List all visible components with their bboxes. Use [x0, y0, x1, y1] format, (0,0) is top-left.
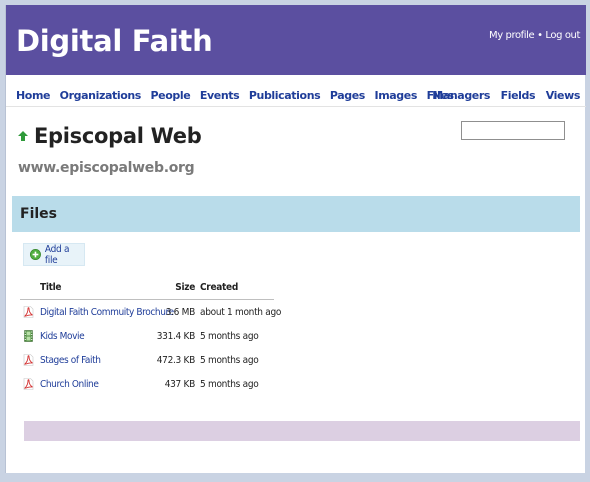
table-row: Stages of Faith 472.3 KB 5 months ago: [20, 348, 274, 372]
nav-left: Home Organizations People Events Publica…: [16, 84, 459, 103]
search-input[interactable]: [461, 121, 565, 140]
add-file-label: Add a file: [44, 243, 70, 266]
nav-right: Managers Fields Views: [426, 84, 580, 103]
nav-events[interactable]: Events: [200, 89, 240, 102]
user-links-separator: •: [534, 30, 546, 41]
arrow-up-icon[interactable]: [18, 131, 28, 141]
org-url: www.episcopalweb.org: [18, 160, 195, 176]
file-size: 437 KB: [164, 379, 196, 390]
log-out-link[interactable]: Log out: [545, 30, 580, 41]
file-title-link[interactable]: Digital Faith Commuity Brochure: [40, 307, 174, 318]
main-nav: Home Organizations People Events Publica…: [6, 75, 586, 107]
my-profile-link[interactable]: My profile: [489, 30, 535, 41]
table-header: Title Size Created: [20, 276, 274, 300]
table-row: Digital Faith Commuity Brochure 3.6 MB a…: [20, 300, 281, 324]
file-size: 472.3 KB: [156, 355, 196, 366]
movie-icon: [24, 330, 33, 342]
add-icon: [30, 249, 41, 260]
nav-images[interactable]: Images: [375, 89, 418, 102]
file-size: 331.4 KB: [156, 331, 196, 342]
nav-publications[interactable]: Publications: [249, 89, 321, 102]
column-created[interactable]: Created: [200, 282, 238, 293]
file-title-link[interactable]: Kids Movie: [40, 331, 85, 342]
nav-pages[interactable]: Pages: [330, 89, 365, 102]
nav-organizations[interactable]: Organizations: [60, 89, 142, 102]
file-title-link[interactable]: Church Online: [40, 379, 99, 390]
table-row: Church Online 437 KB 5 months ago: [20, 372, 274, 396]
file-created: 5 months ago: [200, 379, 259, 390]
file-title-link[interactable]: Stages of Faith: [40, 355, 101, 366]
pdf-icon: [23, 354, 34, 366]
file-created: 5 months ago: [200, 331, 259, 342]
org-title: Episcopal Web: [18, 124, 202, 148]
pdf-icon: [23, 306, 34, 318]
files-table: Title Size Created Digital Faith Commuit…: [20, 276, 281, 396]
column-title[interactable]: Title: [40, 282, 62, 293]
add-file-button[interactable]: Add a file: [23, 243, 85, 266]
column-size[interactable]: Size: [175, 282, 195, 293]
nav-people[interactable]: People: [151, 89, 191, 102]
user-links: My profile • Log out: [489, 30, 580, 41]
nav-fields[interactable]: Fields: [501, 89, 536, 102]
nav-home[interactable]: Home: [16, 89, 50, 102]
file-created: about 1 month ago: [200, 307, 282, 318]
file-size: 3.6 MB: [165, 307, 196, 318]
nav-managers[interactable]: Managers: [432, 89, 490, 102]
table-row: Kids Movie 331.4 KB 5 months ago: [20, 324, 274, 348]
nav-views[interactable]: Views: [546, 89, 581, 102]
site-header: Digital Faith My profile • Log out: [6, 5, 586, 75]
site-title[interactable]: Digital Faith: [16, 24, 213, 58]
file-created: 5 months ago: [200, 355, 259, 366]
pdf-icon: [23, 378, 34, 390]
org-name: Episcopal Web: [34, 124, 202, 148]
footer-bar: [24, 421, 580, 441]
files-section-header: Files: [12, 196, 580, 232]
page-frame: Digital Faith My profile • Log out Home …: [5, 5, 586, 473]
section-title: Files: [20, 206, 57, 222]
